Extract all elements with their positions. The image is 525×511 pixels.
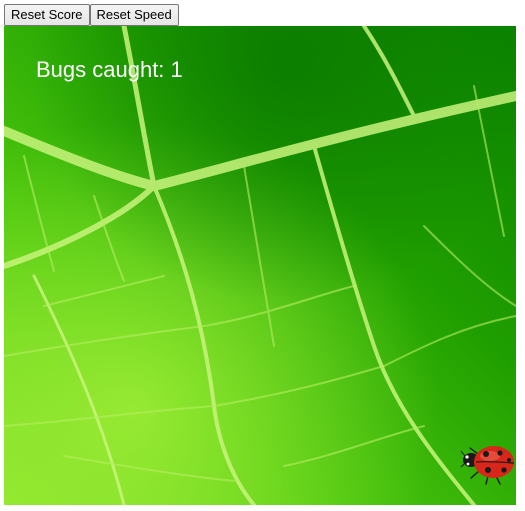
score-counter: Bugs caught: 1 xyxy=(36,57,183,82)
reset-score-button[interactable]: Reset Score xyxy=(4,4,90,26)
game-canvas[interactable]: Bugs caught: 1 xyxy=(4,26,516,505)
reset-speed-button[interactable]: Reset Speed xyxy=(89,4,179,26)
ladybug-icon[interactable] xyxy=(460,436,516,486)
toolbar: Reset Score Reset Speed xyxy=(4,4,179,26)
leaf-background xyxy=(4,26,516,505)
